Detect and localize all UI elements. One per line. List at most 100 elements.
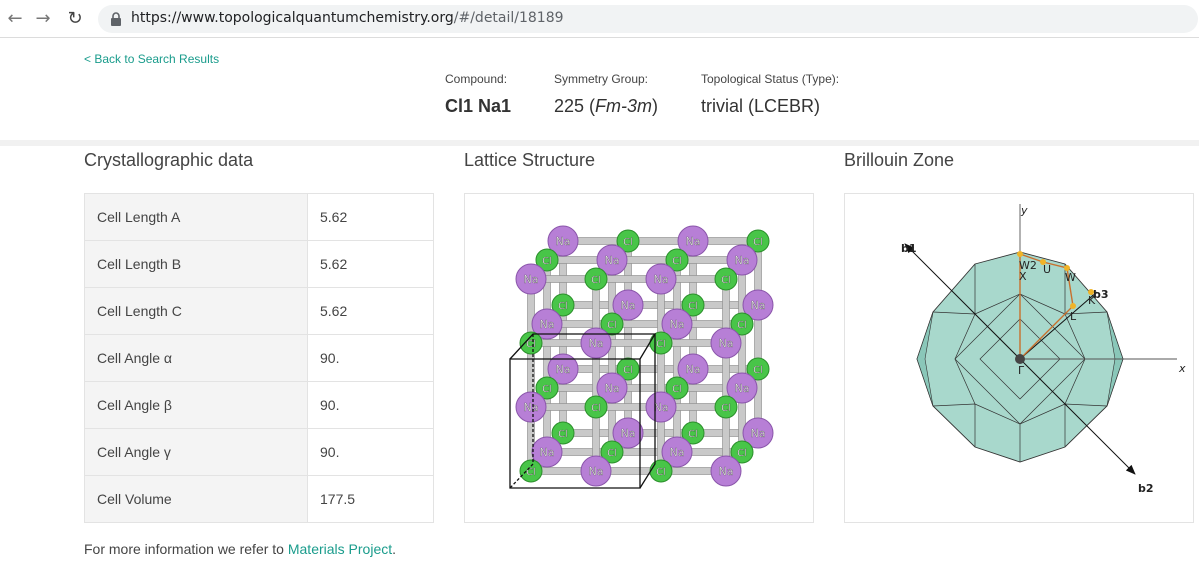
svg-text:Cl: Cl [591, 275, 601, 286]
back-arrow-icon[interactable]: ← [4, 8, 26, 30]
atom-cl: Cl [584, 395, 608, 419]
svg-text:Na: Na [556, 363, 571, 376]
url-host: https://www.topologicalquantumchemistry.… [131, 10, 454, 26]
label-b2: b2 [1138, 482, 1154, 495]
symmetry-block: Symmetry Group: 225 (Fm-3m) [554, 72, 658, 117]
atom-na: Na [710, 327, 742, 359]
svg-text:Na: Na [751, 299, 766, 312]
row-key: Cell Volume [84, 475, 308, 523]
label-x: X [1019, 270, 1027, 283]
svg-text:Cl: Cl [542, 384, 552, 395]
header-divider [0, 140, 1199, 146]
svg-text:Na: Na [524, 401, 539, 414]
row-value: 5.62 [307, 240, 434, 288]
row-key: Cell Angle β [84, 381, 308, 429]
svg-text:Na: Na [605, 382, 620, 395]
svg-text:Na: Na [621, 299, 636, 312]
materials-project-link[interactable]: Materials Project [288, 541, 392, 557]
symmetry-value: 225 (Fm-3m) [554, 96, 659, 116]
compound-block: Compound: Cl1 Na1 [445, 72, 511, 117]
row-key: Cell Angle α [84, 334, 308, 382]
symmetry-label: Symmetry Group: [554, 72, 649, 86]
svg-text:Na: Na [735, 254, 750, 267]
topological-label: Topological Status (Type): [701, 72, 840, 86]
svg-text:Na: Na [556, 235, 571, 248]
row-value: 90. [307, 381, 434, 429]
label-k: K [1088, 294, 1096, 307]
brillouin-zone-image[interactable]: W2 U W b3 X K L Γ x y b1 b2 [845, 194, 1193, 522]
table-row: Cell Length A 5.62 [84, 193, 434, 241]
lattice-structure-image[interactable]: Na Cl Na ClCl Na Cl NaNa Cl Na ClCl Na Cl NaCl Na Cl Na… [465, 194, 813, 522]
svg-text:Cl: Cl [558, 429, 568, 440]
url-text[interactable]: https://www.topologicalquantumchemistry.… [131, 10, 564, 26]
svg-text:Cl: Cl [656, 467, 666, 478]
svg-text:Cl: Cl [737, 320, 747, 331]
atom-cl: Cl [649, 459, 673, 483]
label-b3: b3 [1093, 288, 1109, 301]
forward-arrow-icon[interactable]: → [32, 8, 54, 30]
atom-na: Na [710, 455, 742, 487]
row-value: 5.62 [307, 193, 434, 241]
lock-icon [111, 12, 121, 26]
table-row: Cell Length C 5.62 [84, 287, 434, 335]
svg-text:Cl: Cl [542, 256, 552, 267]
svg-text:Cl: Cl [526, 467, 536, 478]
row-value: 5.62 [307, 287, 434, 335]
reload-icon[interactable]: ↻ [64, 8, 86, 30]
atom-cl: Cl [519, 459, 543, 483]
svg-text:Cl: Cl [591, 403, 601, 414]
brillouin-zone-viewer[interactable]: W2 U W b3 X K L Γ x y b1 b2 [844, 193, 1194, 523]
svg-text:Cl: Cl [558, 301, 568, 312]
footer-text: For more information we refer to [84, 541, 288, 557]
svg-text:Cl: Cl [672, 256, 682, 267]
topological-value: trivial (LCEBR) [701, 96, 821, 116]
svg-text:Na: Na [654, 273, 669, 286]
compound-label: Compound: [445, 72, 508, 86]
svg-text:Na: Na [589, 465, 604, 478]
address-bar[interactable]: https://www.topologicalquantumchemistry.… [98, 5, 1198, 33]
browser-toolbar: ← → ↻ https://www.topologicalquantumchem… [0, 0, 1199, 38]
atom-na: Na [515, 263, 547, 295]
atom-cl: Cl [649, 331, 673, 355]
svg-text:Na: Na [605, 254, 620, 267]
lattice-title: Lattice Structure [464, 150, 596, 170]
lattice-structure-viewer[interactable]: Na Cl Na Cl Cl Na Cl Na Na Cl Na Cl Cl Na Cl Na Cl Na Cl Na… [464, 193, 814, 523]
svg-text:Cl: Cl [721, 403, 731, 414]
svg-text:Cl: Cl [721, 275, 731, 286]
row-key: Cell Length C [84, 287, 308, 335]
crystallographic-table: Cell Length A 5.62 Cell Length B 5.62 Cell… [84, 193, 434, 523]
svg-text:Cl: Cl [656, 339, 666, 350]
svg-text:Na: Na [670, 446, 685, 459]
atom-na: Na [515, 391, 547, 423]
table-row: Cell Angle α 90. [84, 334, 434, 382]
svg-text:Cl: Cl [607, 320, 617, 331]
atom-cl: Cl [714, 395, 738, 419]
label-l: L [1070, 310, 1077, 323]
gamma-point [1015, 354, 1025, 364]
footer-end: . [392, 541, 397, 557]
label-gamma: Γ [1018, 364, 1025, 377]
svg-text:Cl: Cl [688, 301, 698, 312]
row-value: 90. [307, 334, 434, 382]
svg-text:Cl: Cl [753, 237, 763, 248]
svg-text:Cl: Cl [672, 384, 682, 395]
svg-text:Cl: Cl [753, 365, 763, 376]
svg-text:Cl: Cl [623, 237, 633, 248]
svg-text:Na: Na [524, 273, 539, 286]
high-symmetry-point [1017, 251, 1023, 257]
svg-text:Na: Na [686, 363, 701, 376]
svg-text:Na: Na [621, 427, 636, 440]
crystallographic-title: Crystallographic data [84, 150, 254, 170]
svg-text:Cl: Cl [688, 429, 698, 440]
svg-text:Na: Na [540, 318, 555, 331]
atom-na: Na [645, 391, 677, 423]
svg-text:Na: Na [654, 401, 669, 414]
label-b1: b1 [901, 242, 917, 255]
page-header: < Back to Search Results Compound: Cl1 N… [0, 39, 1199, 140]
symmetry-symbol: Fm-3m [595, 96, 653, 116]
atom-na: Na [580, 455, 612, 487]
url-path: /#/detail/18189 [453, 10, 564, 26]
back-to-search-link[interactable]: < Back to Search Results [84, 52, 219, 66]
label-u: U [1043, 263, 1051, 276]
svg-text:Cl: Cl [623, 365, 633, 376]
